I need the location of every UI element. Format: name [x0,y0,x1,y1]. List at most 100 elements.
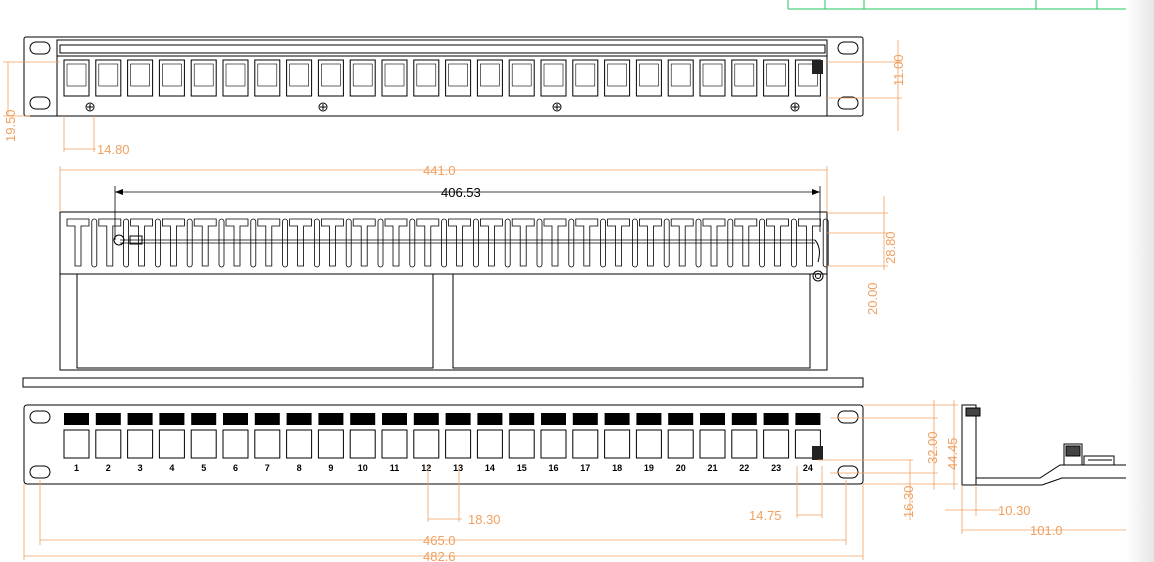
front-label-window [700,413,725,425]
top-port-inner [543,63,564,87]
top-port-inner [575,63,596,87]
dim-front-port-pitch: 18.30 [468,512,501,527]
front-port-number: 24 [803,463,813,473]
front-port-number: 18 [612,463,622,473]
front-port [604,429,631,459]
front-port [699,429,726,459]
rear-cable-slot [734,218,758,267]
rear-cable-slot [416,218,440,267]
dim-top-left-height: 19.50 [3,109,18,142]
rear-cable-slot [575,218,599,267]
rear-cable-slot [543,218,567,267]
front-port-number: 21 [707,463,717,473]
front-label-window [477,413,503,425]
title-block-table [787,0,1154,10]
front-port [190,429,217,459]
dim-front-height-inner: 32.00 [925,431,940,464]
front-port-number: 1 [74,463,79,473]
front-port [731,429,758,459]
front-label-window [668,413,694,425]
top-port [158,59,185,97]
front-port [635,429,662,459]
top-port-inner [670,63,691,87]
front-port-number: 13 [453,463,463,473]
front-port-number: 22 [739,463,749,473]
top-port [604,59,631,97]
top-port [635,59,662,97]
front-port [254,429,281,459]
front-view-ports: 1 2 3 4 5 6 7 8 9 10 11 12 13 14 15 16 17 18 19 20 21 22 23 24 [63,413,823,473]
front-port-number: 6 [233,463,238,473]
top-port [476,59,503,97]
top-view-ports [63,59,823,112]
top-port-inner [66,63,87,87]
top-port-inner [352,63,373,87]
front-label-window [254,413,280,425]
front-port-number: 2 [106,463,111,473]
front-port-number: 8 [297,463,302,473]
page-edge-shadow [1126,0,1154,562]
top-port-inner [639,63,659,87]
front-port-number: 15 [517,463,527,473]
rear-cable-slot [257,218,281,267]
front-port-number: 11 [390,463,400,473]
top-port [286,59,313,97]
top-port [763,59,790,97]
rear-cable-slot [766,218,789,267]
front-port [572,429,599,459]
rear-cable-slot [352,218,376,267]
dim-side-depth-small: 10.30 [998,503,1031,518]
top-port-inner [416,63,437,87]
top-port-inner [734,63,755,87]
dim-rear-top-offset: 28.80 [883,231,898,264]
top-port [731,59,758,97]
rear-cable-slot [162,218,185,267]
front-port [127,429,154,459]
screw-cross [320,104,326,110]
front-label-window [350,413,376,425]
front-label-window [731,413,757,425]
dim-front-overall-width: 482.6 [423,549,456,562]
top-port [349,59,376,97]
screw-cross [87,104,93,110]
front-label-window [159,413,185,425]
front-port [445,429,472,459]
dim-front-height-total: 44.45 [945,437,960,470]
top-port-inner [321,63,341,87]
top-port [127,59,154,97]
front-port [667,429,694,459]
rear-cable-slot [98,218,122,267]
front-port [763,429,790,459]
front-port-number: 16 [548,463,558,473]
front-label-window [286,413,312,425]
top-port-inner [130,63,150,87]
front-label-window [636,413,662,425]
dim-front-edge-offset: 14.75 [749,508,782,523]
front-port-number: 23 [771,463,781,473]
front-port-number: 3 [138,463,143,473]
top-port-inner [162,63,182,87]
rear-view-panel [22,211,864,388]
front-label-window [191,413,217,425]
top-port-latch [812,60,823,74]
dim-front-inner-width: 465.0 [423,533,456,548]
top-port-inner [384,63,405,87]
front-port-number: 17 [580,463,590,473]
front-label-window [127,413,153,425]
top-port [63,59,90,97]
top-port [508,59,535,97]
rear-cable-slot [511,218,535,267]
top-port-inner [448,63,468,87]
front-label-window [413,413,439,425]
front-label-window [541,413,566,425]
top-port [667,59,694,97]
rear-cable-slot [66,218,90,267]
rear-cable-slot [193,218,217,267]
front-label-window [95,413,121,425]
top-port [381,59,408,97]
dim-side-depth-total: 101.0 [1030,523,1063,538]
front-port-latch [812,446,823,460]
front-port-number: 10 [358,463,368,473]
top-port-inner [511,63,532,87]
top-port-inner [225,63,246,87]
